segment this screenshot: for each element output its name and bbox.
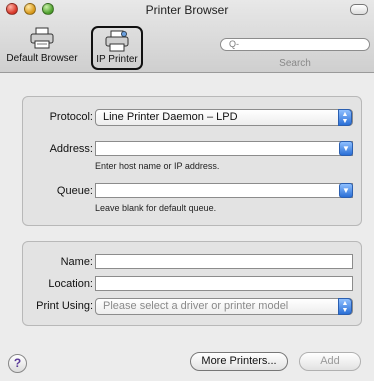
toolbar-default-browser-label: Default Browser	[6, 53, 78, 64]
chevron-down-icon[interactable]: ▼	[339, 141, 353, 156]
printer-info-group: Name: Location: Print Using: Please sele…	[22, 241, 362, 326]
location-field[interactable]	[95, 276, 353, 291]
add-button[interactable]: Add	[299, 352, 361, 371]
search-label: Search	[279, 58, 311, 69]
toolbar: Printer Browser Default Browser IP Print…	[0, 0, 374, 73]
protocol-label: Protocol:	[49, 111, 93, 123]
protocol-value: Line Printer Daemon – LPD	[103, 111, 238, 123]
print-using-popup[interactable]: Please select a driver or printer model …	[95, 298, 353, 315]
more-printers-button[interactable]: More Printers...	[190, 352, 288, 371]
queue-hint: Leave blank for default queue.	[95, 203, 217, 213]
printer-icon	[30, 27, 54, 49]
location-label: Location:	[48, 278, 93, 290]
name-label: Name:	[60, 256, 93, 268]
window-title: Printer Browser	[145, 3, 229, 17]
connection-group: Protocol: Line Printer Daemon – LPD ▲ ▼ A…	[22, 96, 362, 226]
toolbar-ip-printer[interactable]: IP Printer	[91, 26, 143, 70]
help-button[interactable]: ?	[8, 354, 27, 373]
print-using-value: Please select a driver or printer model	[103, 300, 289, 312]
address-hint: Enter host name or IP address.	[95, 161, 220, 171]
print-using-label: Print Using:	[36, 300, 93, 312]
queue-label: Queue:	[56, 185, 93, 197]
popup-arrows-icon: ▲ ▼	[338, 298, 352, 315]
popup-arrows-icon: ▲ ▼	[338, 109, 352, 126]
chevron-down-icon[interactable]: ▼	[339, 183, 353, 198]
protocol-popup[interactable]: Line Printer Daemon – LPD ▲ ▼	[95, 109, 353, 126]
address-label: Address:	[49, 143, 93, 155]
name-field[interactable]	[95, 254, 353, 269]
toolbar-ip-printer-label: IP Printer	[96, 54, 138, 65]
printer-browser-window: Printer Browser Default Browser IP Print…	[0, 0, 374, 381]
toolbar-toggle-button[interactable]	[350, 4, 368, 15]
search-input[interactable]: Q-	[220, 38, 370, 51]
network-printer-icon	[105, 30, 129, 52]
toolbar-default-browser[interactable]: Default Browser	[0, 27, 84, 64]
address-combo-field[interactable]: ▼	[95, 141, 353, 156]
queue-combo-field[interactable]: ▼	[95, 183, 353, 198]
